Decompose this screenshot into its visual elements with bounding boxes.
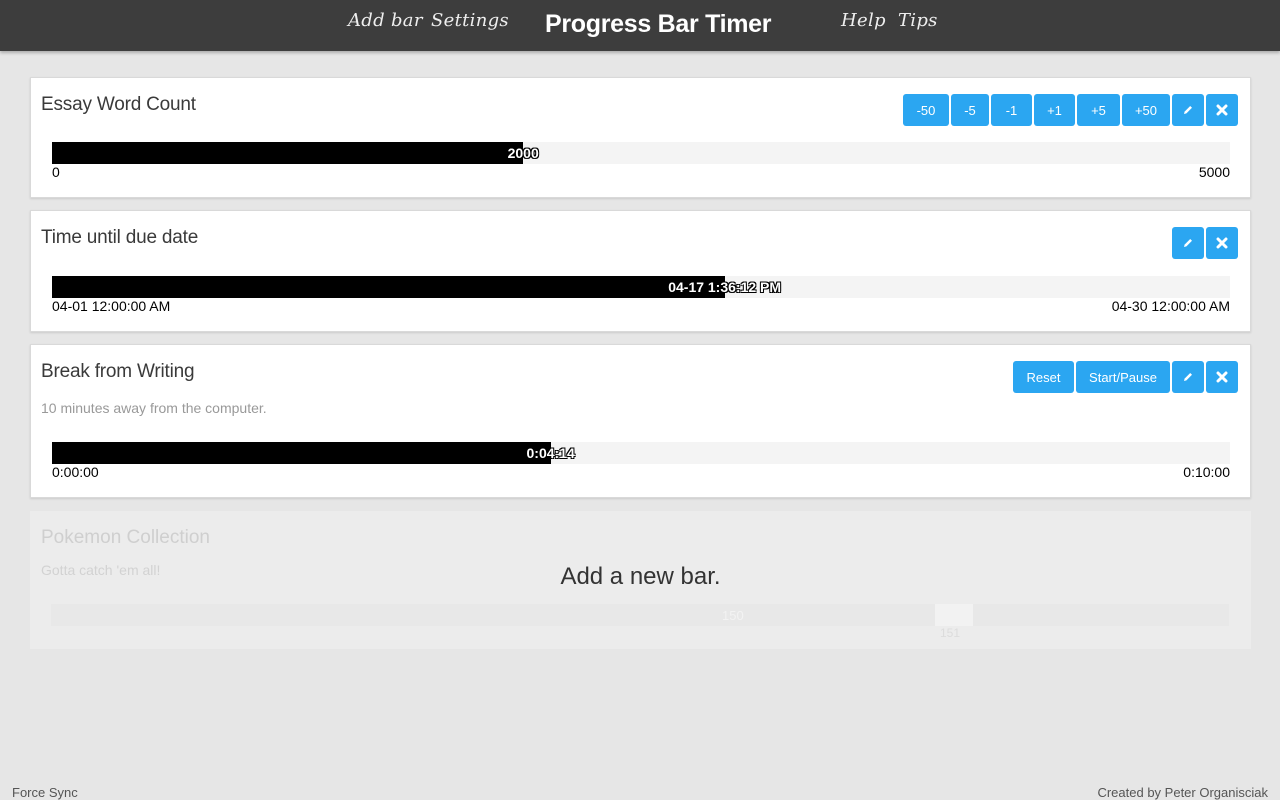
close-icon — [1216, 237, 1228, 249]
credits-text: Created by Peter Organisciak — [1097, 785, 1268, 800]
pencil-icon — [1182, 237, 1194, 249]
edit-button[interactable] — [1172, 361, 1204, 393]
progress-max-label: 04-30 12:00:00 AM — [1111, 298, 1230, 314]
ghost-progress-max: 151 — [940, 626, 961, 640]
card-controls — [1172, 227, 1238, 259]
delete-button[interactable] — [1206, 94, 1238, 126]
progress-value-label: 04-17 1:36:12 PM — [668, 279, 782, 295]
reset-button[interactable]: Reset — [1013, 361, 1074, 393]
ghost-card-title: Pokemon Collection — [41, 527, 210, 548]
pencil-icon — [1182, 104, 1194, 116]
card-title: Time until due date — [41, 227, 199, 248]
progress-max-label: 0:10:00 — [1183, 464, 1230, 480]
progress-min-label: 0 — [52, 164, 60, 180]
nav-help[interactable]: Help — [841, 10, 886, 31]
increment-1-button[interactable]: +1 — [1034, 94, 1075, 126]
card-title: Break from Writing — [41, 361, 195, 382]
delete-button[interactable] — [1206, 361, 1238, 393]
increment-50-button[interactable]: +50 — [1122, 94, 1170, 126]
card-description: 10 minutes away from the computer. — [41, 400, 267, 416]
close-icon — [1216, 371, 1228, 383]
top-navbar: Add bar Settings Progress Bar Timer Help… — [0, 0, 1280, 51]
app-title: Progress Bar Timer — [545, 10, 772, 38]
progress-min-label: 04-01 12:00:00 AM — [52, 298, 171, 314]
progress-fill — [52, 276, 725, 298]
force-sync-link[interactable]: Force Sync — [12, 785, 78, 800]
decrement-1-button[interactable]: -1 — [991, 94, 1032, 126]
close-icon — [1216, 104, 1228, 116]
progress-value-label: 2000 — [507, 145, 539, 161]
nav-tips[interactable]: Tips — [898, 10, 938, 31]
decrement-5-button[interactable]: -5 — [951, 94, 989, 126]
progress-card-due-date: Time until due date 04-17 1:36:12 PM 04-… — [30, 210, 1251, 332]
add-new-bar-placeholder[interactable]: Pokemon Collection Gotta catch 'em all! … — [30, 511, 1251, 649]
progress-card-break-timer: Break from Writing 10 minutes away from … — [30, 344, 1251, 498]
progress-fill — [52, 142, 524, 164]
progress-value-label: 0:04:14 — [526, 445, 575, 461]
progress-track: 04-17 1:36:12 PM — [52, 276, 1230, 298]
ghost-progress-track — [51, 604, 1229, 626]
nav-settings[interactable]: Settings — [431, 10, 509, 31]
card-controls: -50 -5 -1 +1 +5 +50 — [903, 94, 1238, 126]
increment-5-button[interactable]: +5 — [1077, 94, 1120, 126]
progress-fill — [52, 442, 551, 464]
progress-min-label: 0:00:00 — [52, 464, 99, 480]
ghost-progress-value: 150 — [722, 608, 744, 623]
progress-max-label: 5000 — [1198, 164, 1230, 180]
ghost-progress-knob — [935, 604, 973, 626]
edit-button[interactable] — [1172, 227, 1204, 259]
card-title: Essay Word Count — [41, 94, 196, 115]
pencil-icon — [1182, 371, 1194, 383]
progress-track: 2000 — [52, 142, 1230, 164]
card-controls: Reset Start/Pause — [1013, 361, 1238, 393]
add-new-bar-link[interactable]: Add a new bar. — [30, 563, 1251, 591]
nav-add-bar[interactable]: Add bar — [348, 10, 423, 31]
progress-track: 0:04:14 — [52, 442, 1230, 464]
start-pause-button[interactable]: Start/Pause — [1076, 361, 1170, 393]
delete-button[interactable] — [1206, 227, 1238, 259]
edit-button[interactable] — [1172, 94, 1204, 126]
decrement-50-button[interactable]: -50 — [903, 94, 949, 126]
progress-card-essay: Essay Word Count -50 -5 -1 +1 +5 +50 200… — [30, 77, 1251, 198]
